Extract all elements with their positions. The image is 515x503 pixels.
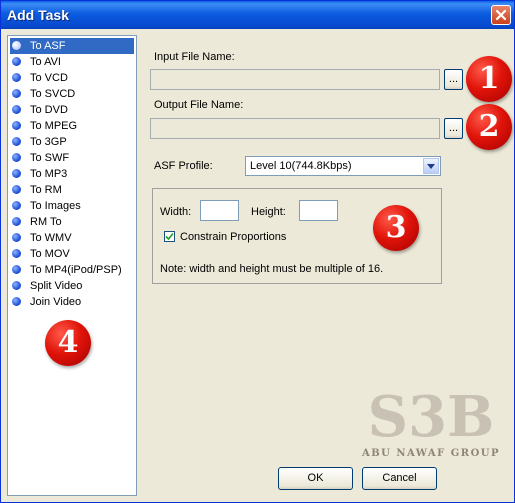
badge-4: 4 bbox=[45, 320, 91, 366]
list-item[interactable]: To MP3 bbox=[10, 166, 134, 182]
profile-value: Level 10(744.8Kbps) bbox=[250, 160, 352, 172]
list-item[interactable]: Join Video bbox=[10, 294, 134, 310]
radio-bullet-icon bbox=[12, 217, 21, 226]
radio-bullet-icon bbox=[12, 57, 21, 66]
list-item[interactable]: To SVCD bbox=[10, 86, 134, 102]
badge-1: 1 bbox=[466, 56, 512, 102]
input-file-field[interactable] bbox=[150, 69, 440, 90]
radio-bullet-icon bbox=[12, 89, 21, 98]
list-item[interactable]: Split Video bbox=[10, 278, 134, 294]
input-browse-button[interactable]: ... bbox=[444, 69, 463, 90]
logo-tagline: ABU NAWAF GROUP bbox=[361, 448, 500, 459]
list-item[interactable]: To ASF bbox=[10, 38, 134, 54]
list-item[interactable]: To RM bbox=[10, 182, 134, 198]
list-item[interactable]: To WMV bbox=[10, 230, 134, 246]
radio-bullet-icon bbox=[12, 73, 21, 82]
input-file-label: Input File Name: bbox=[154, 51, 235, 63]
radio-bullet-icon bbox=[12, 105, 21, 114]
radio-bullet-icon bbox=[12, 297, 21, 306]
s3b-logo: S3B ABU NAWAF GROUP bbox=[351, 384, 511, 466]
radio-bullet-icon bbox=[12, 233, 21, 242]
radio-bullet-icon bbox=[12, 201, 21, 210]
list-item[interactable]: To MPEG bbox=[10, 118, 134, 134]
list-item[interactable]: To MP4(iPod/PSP) bbox=[10, 262, 134, 278]
format-list[interactable]: To ASF To AVI To VCD To SVCD To DVD To M… bbox=[7, 35, 137, 496]
cancel-button[interactable]: Cancel bbox=[362, 467, 437, 490]
width-label: Width: bbox=[160, 206, 192, 218]
width-field[interactable] bbox=[200, 200, 239, 221]
list-item[interactable]: To MOV bbox=[10, 246, 134, 262]
radio-bullet-icon bbox=[12, 249, 21, 258]
ok-button[interactable]: OK bbox=[278, 467, 353, 490]
list-item[interactable]: To 3GP bbox=[10, 134, 134, 150]
list-item[interactable]: RM To bbox=[10, 214, 134, 230]
radio-bullet-icon bbox=[12, 169, 21, 178]
window-title: Add Task bbox=[7, 7, 69, 23]
constrain-label: Constrain Proportions bbox=[180, 231, 287, 243]
profile-select[interactable]: Level 10(744.8Kbps) bbox=[245, 156, 441, 176]
constrain-checkbox[interactable] bbox=[164, 231, 175, 242]
logo-mark: S3B bbox=[368, 386, 495, 450]
badge-3: 3 bbox=[373, 205, 419, 251]
list-item[interactable]: To VCD bbox=[10, 70, 134, 86]
list-item[interactable]: To DVD bbox=[10, 102, 134, 118]
checkmark-icon bbox=[165, 232, 174, 241]
list-item[interactable]: To Images bbox=[10, 198, 134, 214]
profile-label: ASF Profile: bbox=[154, 160, 213, 172]
radio-bullet-icon bbox=[12, 281, 21, 290]
radio-bullet-icon bbox=[12, 41, 21, 50]
add-task-dialog: Add Task To ASF To AVI To VCD To SVCD To… bbox=[0, 0, 515, 503]
radio-bullet-icon bbox=[12, 265, 21, 274]
title-bar[interactable]: Add Task bbox=[1, 1, 514, 29]
close-icon bbox=[495, 9, 507, 21]
list-item[interactable]: To SWF bbox=[10, 150, 134, 166]
radio-bullet-icon bbox=[12, 121, 21, 130]
close-button[interactable] bbox=[491, 5, 511, 25]
output-browse-button[interactable]: ... bbox=[444, 118, 463, 139]
output-file-label: Output File Name: bbox=[154, 99, 244, 111]
badge-2: 2 bbox=[466, 104, 512, 150]
output-file-field[interactable] bbox=[150, 118, 440, 139]
radio-bullet-icon bbox=[12, 153, 21, 162]
height-label: Height: bbox=[251, 206, 286, 218]
chevron-down-icon[interactable] bbox=[423, 158, 439, 174]
size-note: Note: width and height must be multiple … bbox=[160, 263, 384, 275]
radio-bullet-icon bbox=[12, 137, 21, 146]
height-field[interactable] bbox=[299, 200, 338, 221]
radio-bullet-icon bbox=[12, 185, 21, 194]
list-item[interactable]: To AVI bbox=[10, 54, 134, 70]
